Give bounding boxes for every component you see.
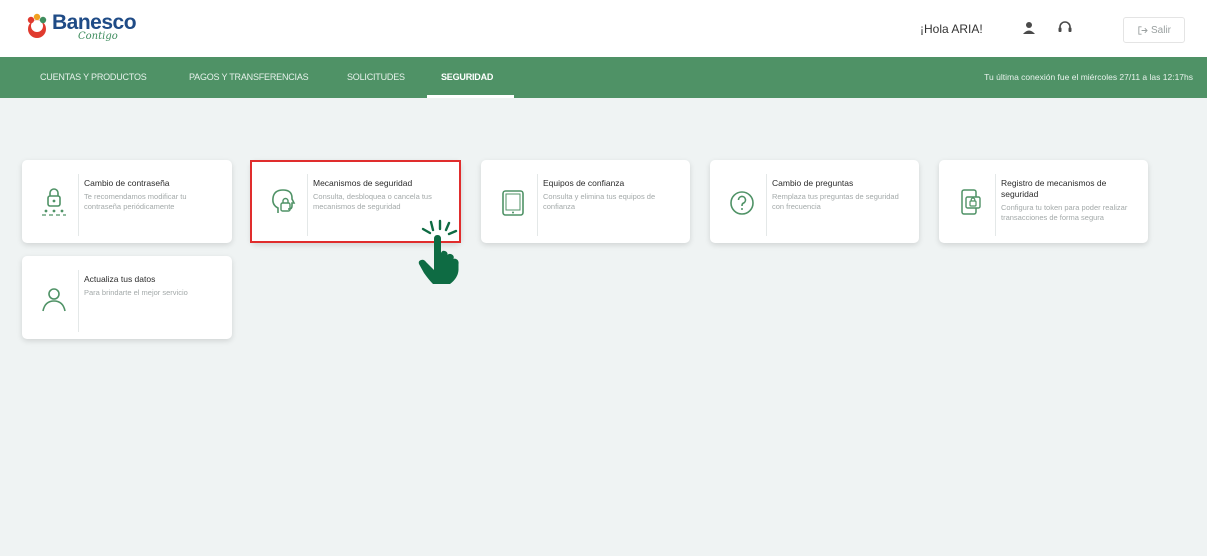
active-tab-indicator	[427, 95, 514, 98]
card-actualiza-datos[interactable]: Actualiza tus datos Para brindarte el me…	[22, 256, 232, 339]
card-title: Registro de mecanismos de seguridad	[1001, 178, 1107, 199]
card-title: Cambio de preguntas	[772, 178, 854, 188]
card-description: Remplaza tus preguntas de seguridad con …	[772, 192, 899, 211]
nav-item-pagos[interactable]: PAGOS Y TRANSFERENCIAS	[189, 57, 309, 98]
user-icon[interactable]	[1019, 18, 1039, 38]
nav-item-seguridad[interactable]: SEGURIDAD	[441, 57, 493, 98]
card-registro-mecanismos[interactable]: Registro de mecanismos de seguridad Conf…	[939, 160, 1148, 243]
card-equipos-confianza[interactable]: Equipos de confianza Consulta y elimina …	[481, 160, 690, 243]
lock-password-icon	[42, 188, 66, 216]
card-cambio-contrasena[interactable]: Cambio de contraseña Te recomendamos mod…	[22, 160, 232, 243]
logout-button[interactable]: Salir	[1123, 17, 1185, 43]
hand-pointer-icon	[418, 219, 459, 284]
card-divider	[78, 270, 79, 332]
phone-lock-icon	[961, 189, 981, 215]
user-outline-icon	[42, 288, 66, 312]
top-header: Banesco Contigo ¡Hola ARIA! Salir	[0, 0, 1207, 57]
logout-icon	[1138, 25, 1148, 35]
card-title: Actualiza tus datos	[84, 274, 156, 284]
card-divider	[537, 174, 538, 236]
card-description: Para brindarte el mejor servicio	[84, 288, 188, 297]
tablet-icon	[502, 190, 524, 216]
card-divider	[995, 174, 996, 236]
card-title: Equipos de confianza	[543, 178, 625, 188]
nav-item-solicitudes[interactable]: SOLICITUDES	[347, 57, 405, 98]
card-divider	[78, 174, 79, 236]
card-description: Consulta y elimina tus equipos de confia…	[543, 192, 656, 211]
card-divider	[766, 174, 767, 236]
card-title: Cambio de contraseña	[84, 178, 170, 188]
brand-tagline: Contigo	[78, 31, 118, 42]
headset-icon[interactable]	[1055, 18, 1075, 38]
banesco-logo[interactable]: Banesco Contigo	[20, 9, 150, 49]
card-description: Te recomendamos modificar tu contraseña …	[84, 192, 187, 211]
card-description: Configura tu token para poder realizar t…	[1001, 203, 1128, 222]
card-cambio-preguntas[interactable]: Cambio de preguntas Remplaza tus pregunt…	[710, 160, 919, 243]
logout-label: Salir	[1150, 24, 1171, 36]
main-nav: CUENTAS Y PRODUCTOS PAGOS Y TRANSFERENCI…	[0, 57, 1207, 98]
user-greeting: ¡Hola ARIA!	[920, 22, 983, 36]
question-icon	[730, 191, 754, 215]
last-connection-text: Tu última conexión fue el miércoles 27/1…	[984, 72, 1193, 82]
banesco-logo-mark-icon	[27, 13, 47, 38]
nav-item-cuentas[interactable]: CUENTAS Y PRODUCTOS	[40, 57, 147, 98]
